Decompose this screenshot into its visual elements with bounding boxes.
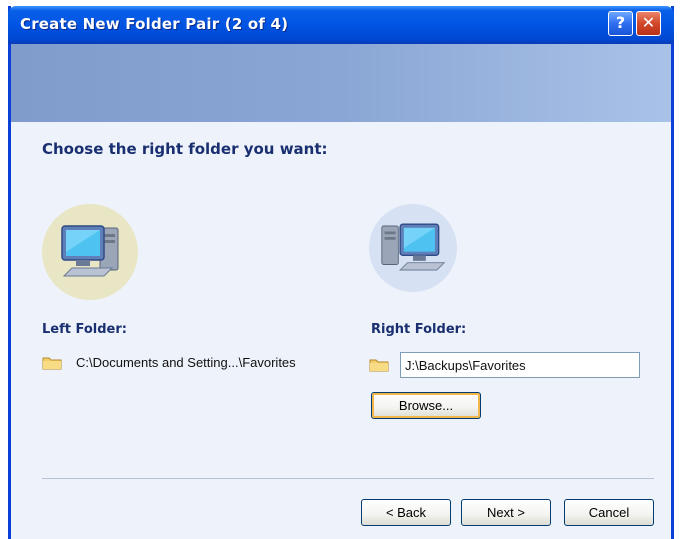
right-folder-label: Right Folder: [371, 322, 467, 337]
help-icon: ? [615, 13, 626, 32]
title-bar[interactable]: Create New Folder Pair (2 of 4) ? ✕ [8, 6, 674, 44]
left-computer-icon [42, 204, 138, 300]
right-computer-icon [369, 204, 457, 292]
wizard-content: Choose the right folder you want: Left F… [11, 122, 671, 539]
window-title: Create New Folder Pair (2 of 4) [20, 15, 289, 33]
browse-button[interactable]: Browse... [371, 392, 481, 419]
right-folder-path-input[interactable] [400, 352, 640, 378]
header-banner [11, 44, 671, 122]
left-folder-path: C:\Documents and Setting...\Favorites [76, 355, 296, 370]
left-folder-label: Left Folder: [42, 322, 127, 337]
wizard-dialog: Create New Folder Pair (2 of 4) ? ✕ Choo… [8, 6, 674, 539]
help-button[interactable]: ? [608, 11, 633, 36]
cancel-button[interactable]: Cancel [564, 499, 654, 526]
page-heading: Choose the right folder you want: [42, 140, 328, 158]
back-button[interactable]: < Back [361, 499, 451, 526]
folder-icon [42, 357, 62, 370]
close-icon: ✕ [641, 13, 656, 32]
next-button[interactable]: Next > [461, 499, 551, 526]
divider [42, 478, 654, 479]
close-button[interactable]: ✕ [636, 11, 661, 36]
folder-icon [369, 359, 389, 372]
